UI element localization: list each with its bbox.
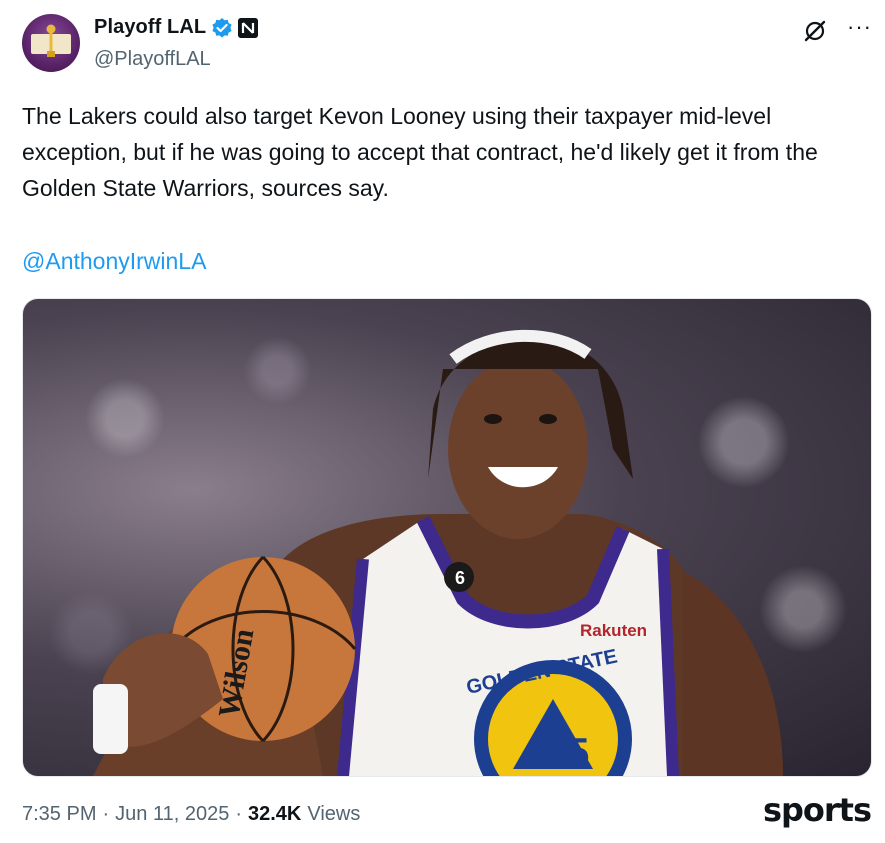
post-media[interactable]: 6 Rakuten GOLDEN STATE 5 Wilson [22,298,872,777]
views-count: 32.4K [248,803,302,825]
watermark: sports [762,791,872,829]
name-row: Playoff LAL [94,16,259,39]
jersey-number: 5 [566,729,589,776]
post-text: The Lakers could also target Kevon Loone… [22,103,818,201]
player-photo: 6 Rakuten GOLDEN STATE 5 Wilson [93,329,783,776]
grok-icon[interactable] [802,18,828,44]
meta-separator: · [235,803,242,825]
verified-icon [212,17,232,38]
affiliate-badge-icon[interactable] [238,17,259,38]
post-meta: 7:35 PM · Jun 11, 2025 · 32.4K Views [22,803,360,826]
post-header: Playoff LAL @PlayoffLAL ··· [22,14,872,78]
trophy-icon [46,24,56,57]
views-label: Views [307,803,361,825]
post-date[interactable]: Jun 11, 2025 [115,803,229,826]
meta-separator: · [102,803,110,825]
avatar[interactable] [22,14,80,72]
patch-number: 6 [455,568,465,588]
more-icon[interactable]: ··· [847,16,872,38]
sponsor-text: Rakuten [580,621,647,640]
post-time[interactable]: 7:35 PM [22,803,96,826]
handle[interactable]: @PlayoffLAL [94,48,211,71]
display-name[interactable]: Playoff LAL [94,16,206,39]
mention-link[interactable]: @AnthonyIrwinLA [22,243,206,279]
